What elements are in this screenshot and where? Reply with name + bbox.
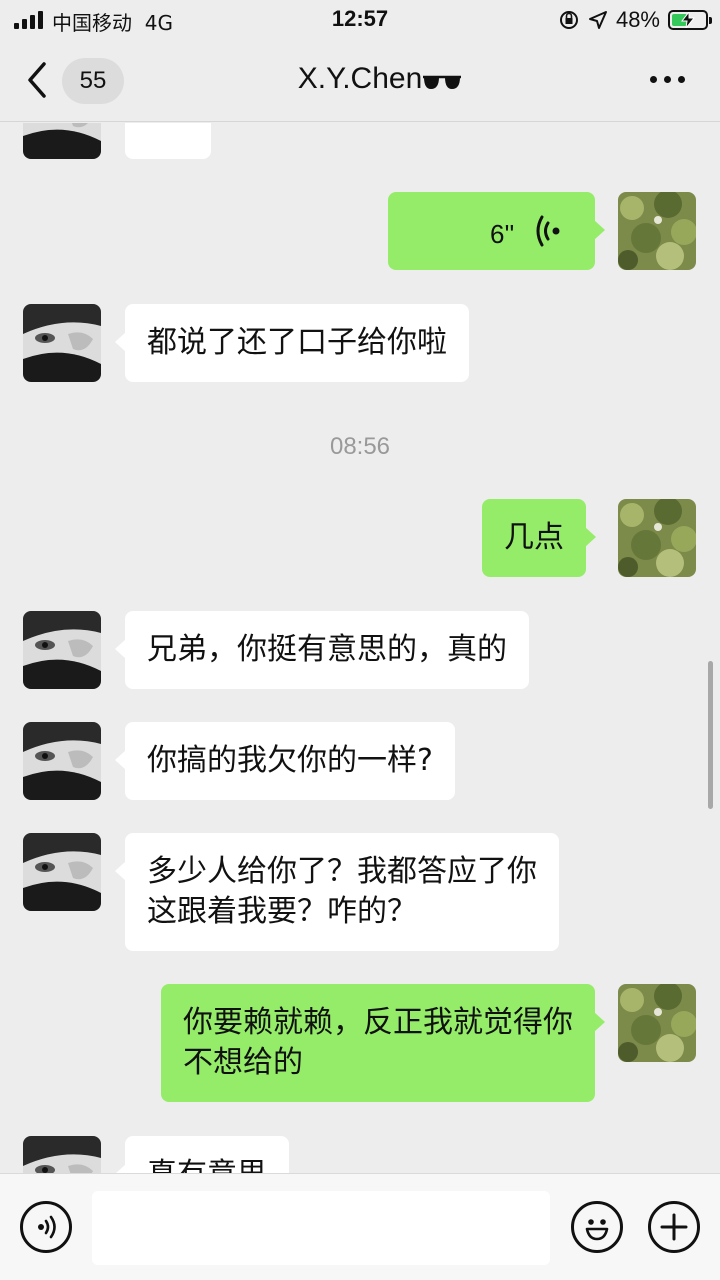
message-list[interactable]: ? 6'' 都说了还了口子给你啦 08:56 几点 兄弟， <box>0 123 720 1173</box>
message-text-line: 多少人给你了？我都答应了你 <box>147 854 537 889</box>
battery-charging-icon <box>668 10 712 30</box>
my-avatar[interactable] <box>618 499 696 577</box>
message-input[interactable] <box>92 1191 550 1265</box>
my-avatar[interactable] <box>618 984 696 1062</box>
contact-avatar[interactable] <box>23 1136 101 1173</box>
message-bubble-outgoing[interactable]: 你要赖就赖，反正我就觉得你 不想给的 <box>161 984 605 1102</box>
voice-input-icon[interactable] <box>20 1201 72 1253</box>
chat-header: 55 X.Y.Chen <box>0 40 720 122</box>
voice-duration: 6'' <box>490 219 515 249</box>
message-bubble-incoming[interactable]: 多少人给你了？我都答应了你 这跟着我要？咋的？ <box>115 833 559 951</box>
message-bubble-incoming[interactable]: 都说了还了口子给你啦 <box>115 304 469 382</box>
orientation-lock-icon <box>559 11 578 29</box>
message-text: 你搞的我欠你的一样? <box>147 743 433 778</box>
message-text-line: 不想给的 <box>183 1045 303 1080</box>
more-icon[interactable] <box>650 76 686 86</box>
contact-avatar[interactable] <box>23 304 101 382</box>
message-bubble-incoming[interactable]: 真有意思 <box>115 1136 289 1173</box>
battery-percent: 48% <box>615 7 660 32</box>
scrollbar[interactable] <box>708 661 713 809</box>
message-text: 真有意思 <box>147 1157 267 1173</box>
input-bar <box>0 1173 720 1280</box>
my-avatar[interactable] <box>618 192 696 270</box>
voice-message-bubble[interactable]: 6'' <box>388 192 605 270</box>
sunglasses-icon <box>423 75 461 89</box>
voice-wave-icon <box>536 215 560 247</box>
message-bubble-incoming[interactable]: 兄弟，你挺有意思的，真的 <box>115 611 529 689</box>
contact-avatar[interactable] <box>23 833 101 911</box>
message-timestamp: 08:56 <box>329 433 391 460</box>
contact-avatar[interactable] <box>23 123 101 159</box>
message-text: 都说了还了口子给你啦 <box>147 325 447 360</box>
message-text-line: 你要赖就赖，反正我就觉得你 <box>183 1005 573 1040</box>
message-text: 兄弟，你挺有意思的，真的 <box>147 632 507 667</box>
message-bubble-incoming[interactable]: 你搞的我欠你的一样? <box>115 722 455 800</box>
status-bar: 中国移动 4G 12:57 48% <box>0 0 720 40</box>
message-text-line: 这跟着我要？咋的？ <box>147 894 417 929</box>
location-icon <box>588 11 607 29</box>
chat-title[interactable]: X.Y.Chen <box>0 62 720 96</box>
contact-avatar[interactable] <box>23 611 101 689</box>
emoji-icon[interactable] <box>571 1201 623 1253</box>
message-bubble-incoming[interactable]: ? <box>125 123 211 159</box>
message-bubble-outgoing[interactable]: 几点 <box>482 499 596 577</box>
add-icon[interactable] <box>648 1201 700 1253</box>
message-text: ? <box>147 123 163 130</box>
contact-avatar[interactable] <box>23 722 101 800</box>
message-text: 几点 <box>504 520 564 555</box>
